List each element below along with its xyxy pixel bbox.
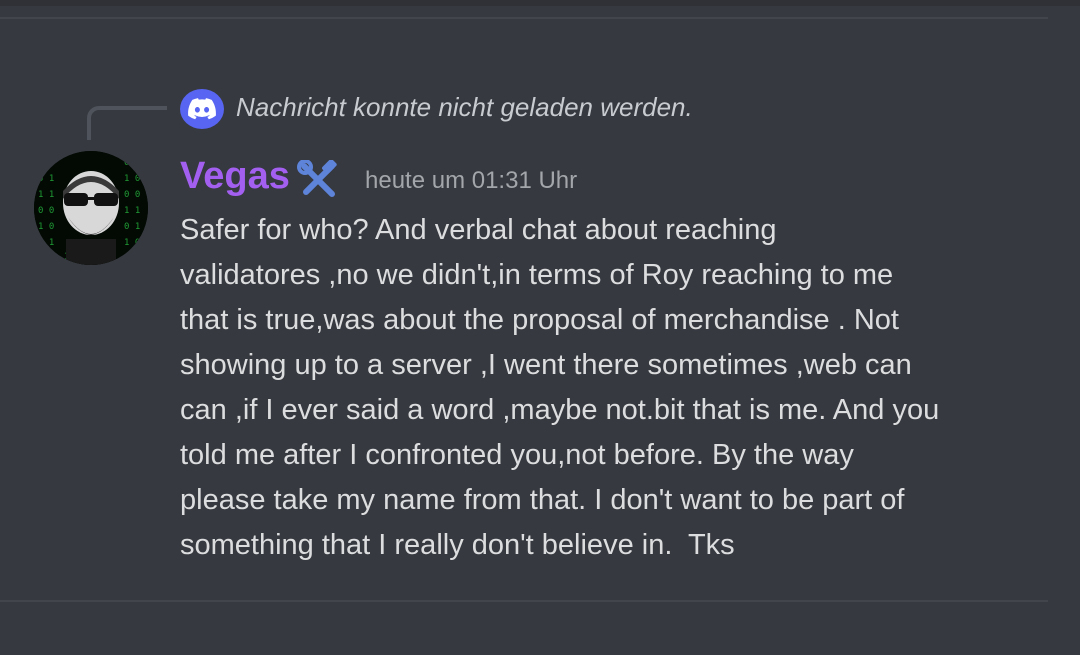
svg-text:1 1: 1 1 xyxy=(38,190,54,200)
message-line: that is true,was about the proposal of m… xyxy=(180,304,899,336)
svg-text:1 1: 1 1 xyxy=(124,206,140,216)
message-line: please take my name from that. I don't w… xyxy=(180,484,905,516)
svg-text:0 1: 0 1 xyxy=(38,238,54,248)
avatar[interactable]: 1 00 11 1 0 01 00 1 0 11 00 0 1 10 11 0 … xyxy=(34,151,148,265)
svg-text:0 1: 0 1 xyxy=(124,222,140,232)
svg-text:1 0: 1 0 xyxy=(124,238,140,248)
message-line: showing up to a server ,I went there som… xyxy=(180,349,912,381)
message-line: something that I really don't believe in… xyxy=(180,529,735,561)
divider-top xyxy=(0,17,1048,19)
message-line: can ,if I ever said a word ,maybe not.bi… xyxy=(180,394,940,426)
svg-text:0 0: 0 0 xyxy=(38,206,54,216)
reply-connector xyxy=(87,106,167,140)
svg-text:0 0: 0 0 xyxy=(124,190,140,200)
svg-text:0 1: 0 1 xyxy=(38,174,54,184)
hammer-wrench-icon xyxy=(296,159,340,200)
timestamp: heute um 01:31 Uhr xyxy=(365,167,578,194)
message-line: validatores ,no we didn't,in terms of Ro… xyxy=(180,259,894,291)
svg-text:1 0: 1 0 xyxy=(38,158,54,168)
username[interactable]: Vegas xyxy=(180,155,290,198)
message-line: Safer for who? And verbal chat about rea… xyxy=(180,214,777,246)
svg-text:1 0: 1 0 xyxy=(38,222,54,232)
top-strip xyxy=(0,0,1080,6)
discord-logo-icon[interactable] xyxy=(180,89,224,129)
divider-bottom xyxy=(0,600,1048,602)
svg-text:0 1: 0 1 xyxy=(124,158,140,168)
reply-unavailable-text[interactable]: Nachricht konnte nicht geladen werden. xyxy=(236,92,693,123)
message-line: told me after I confronted you,not befor… xyxy=(180,439,854,471)
svg-text:1 0: 1 0 xyxy=(124,174,140,184)
message-content: Safer for who? And verbal chat about rea… xyxy=(180,208,1050,568)
